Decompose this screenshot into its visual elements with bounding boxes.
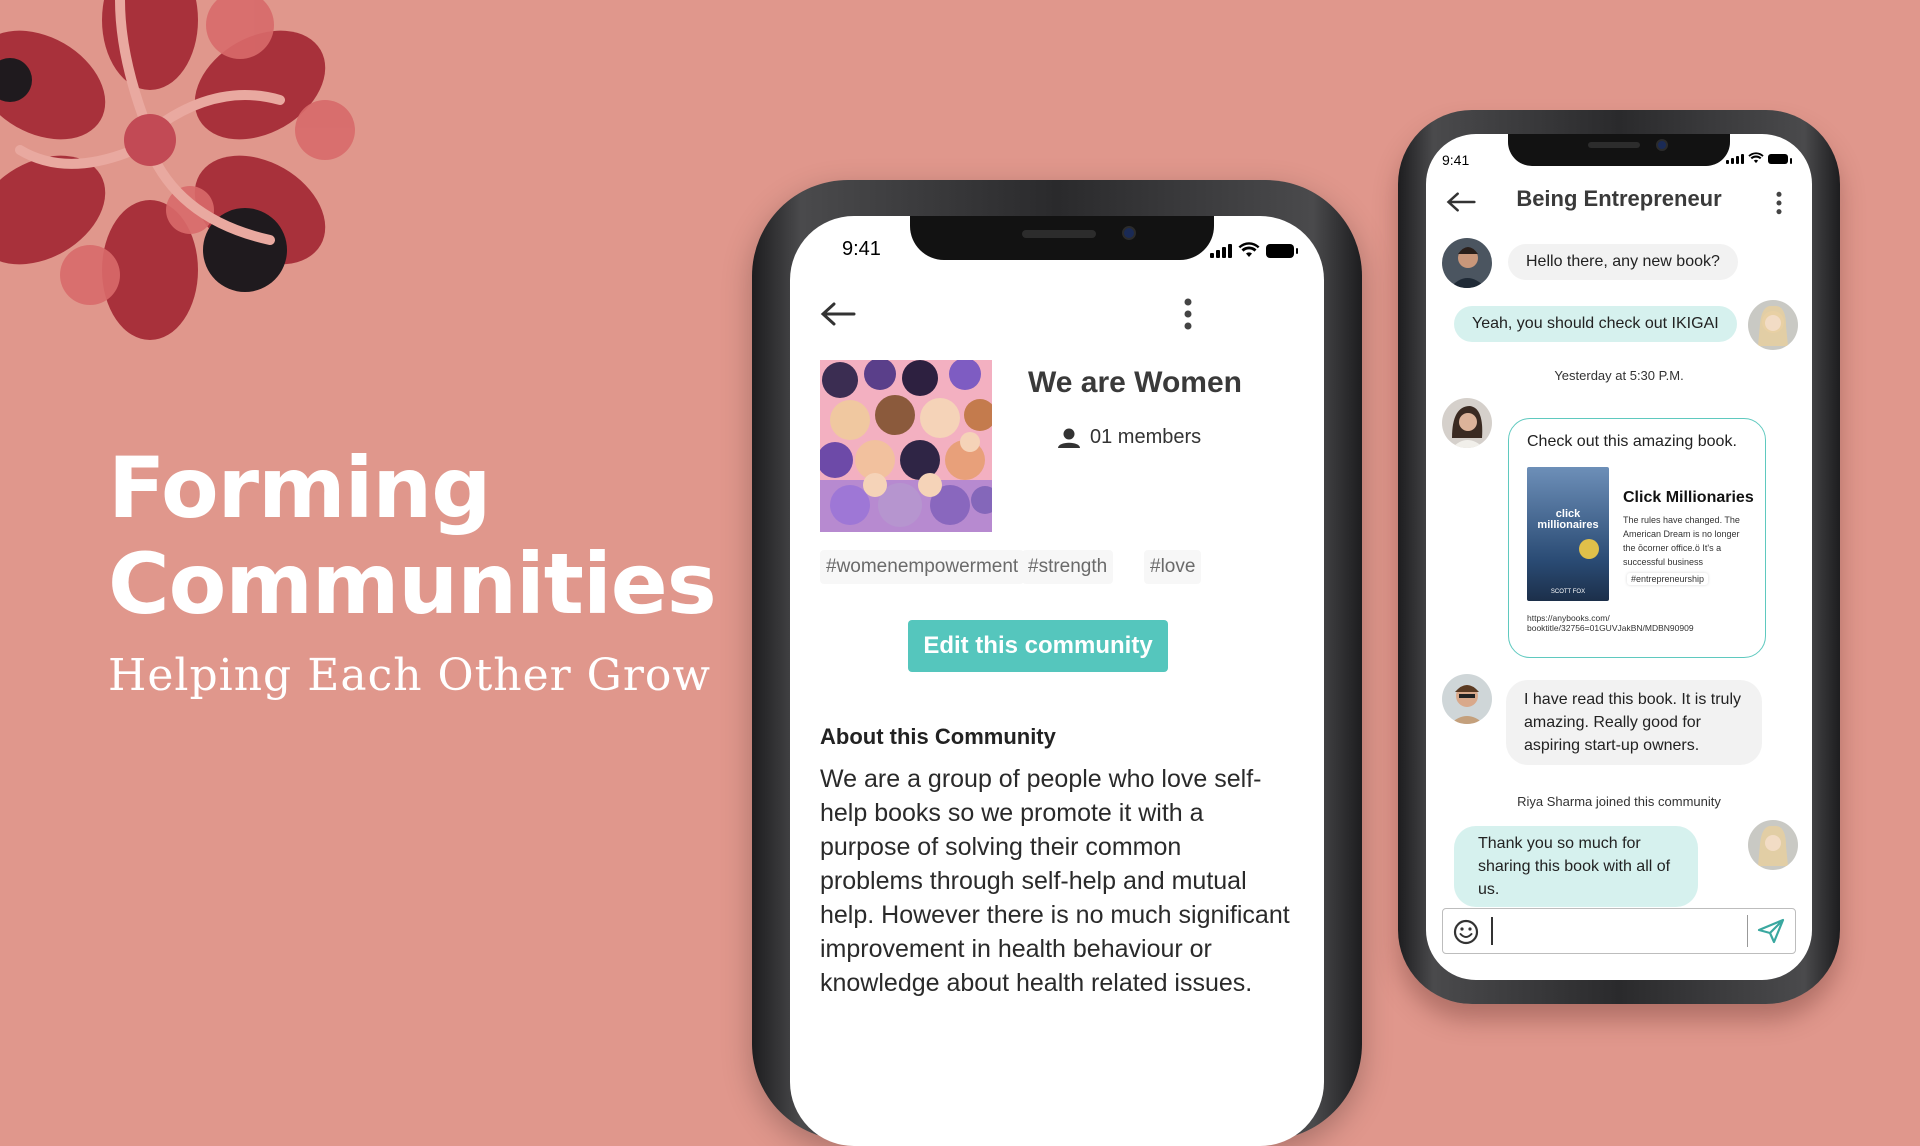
phone2-screen: 9:41 Being Entrepreneur Hello there, any… bbox=[1426, 134, 1812, 980]
avatar[interactable] bbox=[1442, 238, 1492, 288]
chat-title: Being Entrepreneur bbox=[1516, 186, 1722, 211]
book-tag[interactable]: #entrepreneurship bbox=[1627, 573, 1709, 585]
status-time: 9:41 bbox=[1442, 152, 1470, 168]
phone1-notch bbox=[910, 216, 1214, 260]
share-card-text: Check out this amazing book. bbox=[1527, 433, 1737, 450]
hero-title-line1: Forming bbox=[108, 439, 491, 537]
more-vert-icon[interactable] bbox=[1182, 296, 1194, 332]
message-bubble-me: Thank you so much for sharing this book … bbox=[1454, 826, 1698, 907]
emoji-icon[interactable] bbox=[1453, 919, 1479, 945]
more-vert-icon[interactable] bbox=[1774, 190, 1784, 216]
message-input[interactable] bbox=[1491, 917, 1493, 945]
tag-chip[interactable]: #strength bbox=[1022, 550, 1114, 584]
book-cover-title: click millionaires bbox=[1537, 508, 1599, 531]
signal-icon bbox=[1726, 154, 1744, 164]
message-bubble-me: Yeah, you should check out IKIGAI bbox=[1454, 306, 1737, 342]
system-message: Riya Sharma joined this community bbox=[1517, 794, 1721, 809]
status-time: 9:41 bbox=[842, 238, 881, 260]
message-bubble: I have read this book. It is truly amazi… bbox=[1506, 680, 1762, 765]
tag-chip[interactable]: #womenempowerment bbox=[820, 550, 1025, 584]
battery-icon bbox=[1266, 244, 1298, 258]
phone-community-details: 9:41 We are Women 01 members #womenempow… bbox=[752, 180, 1362, 1146]
status-icons bbox=[1210, 242, 1298, 258]
shared-book-card[interactable]: Check out this amazing book. click milli… bbox=[1508, 418, 1766, 658]
phone-chat: 9:41 Being Entrepreneur Hello there, any… bbox=[1398, 110, 1840, 1004]
message-bubble: Hello there, any new book? bbox=[1508, 244, 1738, 280]
hero-title-line2: Communities bbox=[108, 535, 717, 633]
avatar[interactable] bbox=[1748, 300, 1798, 350]
community-name: We are Women bbox=[1028, 366, 1242, 399]
avatar[interactable] bbox=[1748, 820, 1798, 870]
members-label: 01 members bbox=[1090, 426, 1202, 448]
system-message: Yesterday at 5:30 P.M. bbox=[1554, 368, 1684, 383]
avatar[interactable] bbox=[1442, 674, 1492, 724]
book-link[interactable]: https://anybooks.com/ booktitle/32756=01… bbox=[1527, 613, 1749, 633]
wifi-icon bbox=[1748, 152, 1764, 164]
signal-icon bbox=[1210, 244, 1232, 258]
member-count: 01 members bbox=[1058, 426, 1201, 449]
wifi-icon bbox=[1238, 242, 1260, 257]
book-cover: click millionaires SCOTT FOX bbox=[1527, 467, 1609, 601]
about-text: We are a group of people who love self-h… bbox=[820, 765, 1290, 997]
back-arrow-icon[interactable] bbox=[820, 302, 856, 326]
phone2-notch bbox=[1508, 134, 1730, 166]
status-icons bbox=[1726, 152, 1792, 164]
battery-icon bbox=[1768, 154, 1792, 164]
person-icon bbox=[1058, 428, 1080, 448]
message-input-bar bbox=[1442, 908, 1796, 954]
tag-chip[interactable]: #love bbox=[1144, 550, 1202, 584]
phone1-screen: 9:41 We are Women 01 members #womenempow… bbox=[790, 216, 1324, 1146]
book-cover-author: SCOTT FOX bbox=[1550, 589, 1586, 595]
about-title: About this Community bbox=[820, 724, 1056, 749]
hero-title: Forming Communities bbox=[108, 440, 728, 632]
book-title: Click Millionaries bbox=[1623, 489, 1754, 506]
send-icon[interactable] bbox=[1757, 918, 1785, 944]
community-image bbox=[820, 360, 992, 532]
edit-community-button[interactable]: Edit this community bbox=[908, 620, 1168, 672]
avatar[interactable] bbox=[1442, 398, 1492, 448]
book-description: The rules have changed. The American Dre… bbox=[1623, 515, 1740, 567]
phone1-header bbox=[820, 296, 1300, 336]
hero-subtitle: Helping Each Other Grow bbox=[108, 650, 712, 701]
input-divider bbox=[1747, 915, 1748, 947]
decorative-flower bbox=[0, 0, 400, 340]
